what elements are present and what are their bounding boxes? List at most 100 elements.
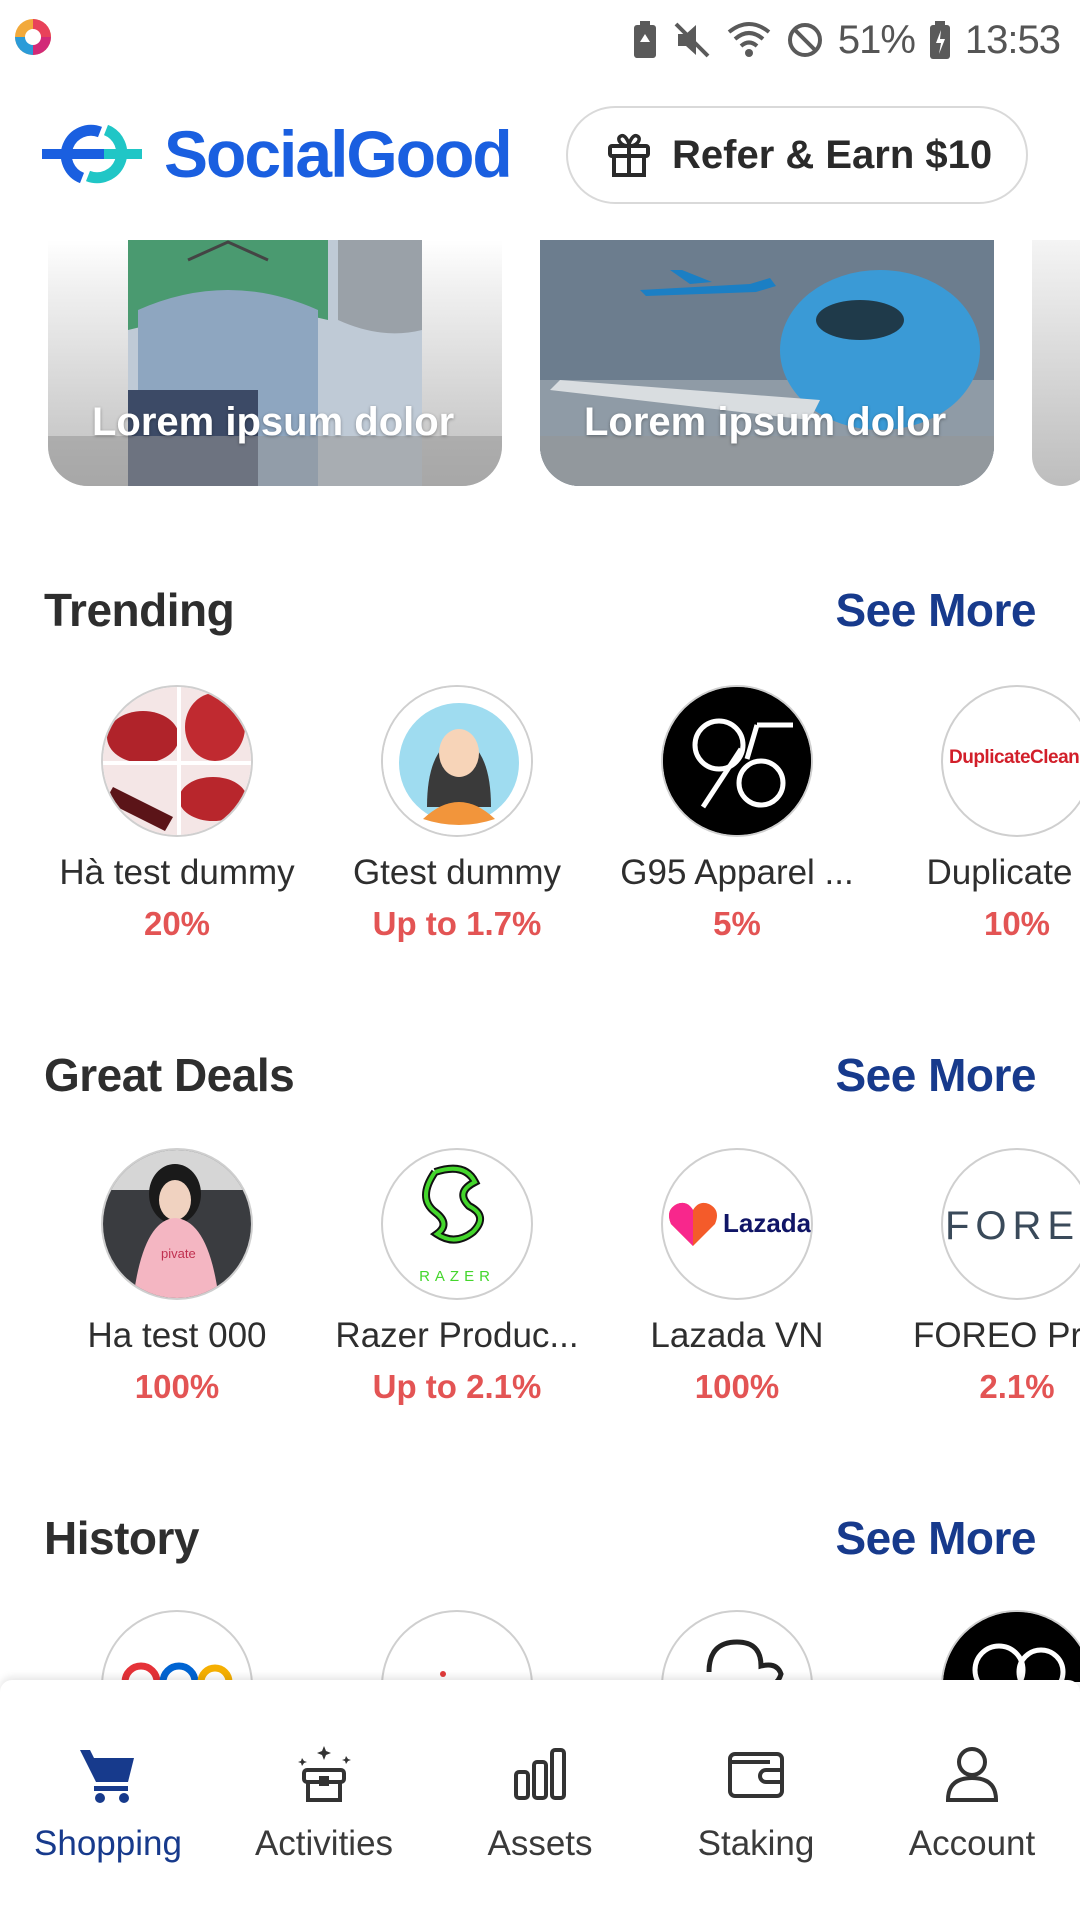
brand-logo: [661, 1610, 813, 1682]
brand-card[interactable]: [24, 1610, 304, 1682]
refer-earn-button[interactable]: Refer & Earn $10: [566, 106, 1028, 204]
cashback-rate: 2.1%: [979, 1368, 1055, 1405]
banner-carousel[interactable]: Lorem ipsum dolor Lorem ipsum dolor: [0, 240, 1080, 488]
trending-row: Hà test dummy 20% Gtest dummy Up to 1.7%: [0, 685, 1080, 945]
battery-saver-icon: [633, 21, 656, 58]
brand-logo-mark: [440, 1671, 446, 1677]
nav-activities[interactable]: Activities: [216, 1680, 432, 1920]
wallet-icon: [728, 1752, 784, 1798]
duck-logo-icon: [706, 1639, 784, 1682]
history-header: History See More: [0, 1503, 1080, 1573]
brand-card[interactable]: Lazada Lazada VN 100%: [584, 1148, 864, 1408]
brand-name: Gtest dummy: [352, 853, 562, 892]
brand-card[interactable]: RAZER Razer Produc... Up to 2.1%: [304, 1148, 584, 1408]
brand-logo: [101, 685, 253, 837]
great-deals-row: pivate Ha test 000 100% RAZER Razer Prod…: [0, 1148, 1080, 1408]
section-title: Great Deals: [44, 1049, 295, 1101]
brand-logo: [101, 1610, 253, 1682]
brand-logo: [661, 685, 813, 837]
trending-header: Trending See More: [0, 575, 1080, 645]
cashback-rate: 100%: [134, 1368, 220, 1405]
battery-icon: [929, 21, 950, 59]
nav-account[interactable]: Account: [864, 1680, 1080, 1920]
brand-logo: Lazada: [661, 1148, 813, 1300]
bar-chart-icon: [514, 1748, 566, 1800]
nav-assets[interactable]: Assets: [432, 1680, 648, 1920]
bottom-navigation: Shopping Activities Assets Staking Accou…: [0, 1680, 1080, 1920]
brand-card[interactable]: Gtest dummy Up to 1.7%: [304, 685, 584, 945]
banner-card[interactable]: Lorem ipsum dolor: [540, 240, 994, 486]
brand-name: Razer Produc...: [335, 1316, 579, 1355]
brand-card[interactable]: [864, 1610, 1080, 1682]
banner-title: Lorem ipsum dolor: [584, 400, 947, 444]
see-more-link[interactable]: See More: [835, 583, 1036, 637]
nav-label: Assets: [487, 1824, 593, 1863]
brand-logo: pivate: [101, 1148, 253, 1300]
brand-name: G95 Apparel ...: [620, 853, 854, 892]
person-icon: [945, 1747, 999, 1802]
brand-logo: [941, 1610, 1080, 1682]
brand-name: FOREO Prod: [912, 1316, 1080, 1355]
brand-logo: FOREO: [941, 1148, 1080, 1300]
refer-earn-label: Refer & Earn $10: [672, 132, 993, 177]
gift-icon: [608, 133, 650, 177]
g95-logo-icon: [663, 687, 811, 835]
brand-name: Lazada VN: [650, 1316, 824, 1355]
see-more-link[interactable]: See More: [835, 1048, 1036, 1102]
brand-logo-text: pivate: [161, 1246, 196, 1261]
wifi-icon: [727, 22, 771, 57]
section-title: Trending: [44, 584, 235, 636]
gift-box-icon: [298, 1746, 351, 1802]
lazada-heart-icon: [669, 1202, 717, 1246]
avatar-placeholder-icon: [383, 687, 531, 835]
see-more-link[interactable]: See More: [835, 1511, 1036, 1565]
brand-logo-text: DuplicateCleaner: [949, 747, 1080, 768]
do-not-disturb-icon: [787, 23, 822, 57]
brand-card[interactable]: G95 Apparel ... 5%: [584, 685, 864, 945]
cashback-rate: 100%: [694, 1368, 780, 1405]
brand-card[interactable]: Hà test dummy 20%: [24, 685, 304, 945]
cashback-rate: Up to 2.1%: [372, 1368, 542, 1405]
history-row: [0, 1610, 1080, 1682]
nav-label: Activities: [254, 1824, 394, 1863]
status-bar: 51% 13:53: [0, 0, 1080, 80]
brand-card[interactable]: [584, 1610, 864, 1682]
brand-logo-text: RAZER: [419, 1268, 495, 1285]
g95-logo-icon: [943, 1612, 1080, 1682]
brand-logo-text: FOREO: [945, 1204, 1080, 1248]
nav-label: Shopping: [34, 1824, 182, 1863]
brand-logo: [381, 1610, 533, 1682]
brand-card[interactable]: DuplicateCleaner Duplicate C 10%: [864, 685, 1080, 945]
section-title: History: [44, 1512, 199, 1564]
socialgood-logo-icon: [42, 124, 142, 184]
mute-icon: [674, 22, 710, 58]
brand-card[interactable]: pivate Ha test 000 100%: [24, 1148, 304, 1408]
cashback-rate: Up to 1.7%: [372, 905, 542, 942]
nav-label: Staking: [697, 1824, 815, 1863]
brand-name: Duplicate C: [926, 853, 1080, 892]
brand-card[interactable]: [304, 1610, 584, 1682]
nav-label: Account: [908, 1824, 1036, 1863]
nav-shopping[interactable]: Shopping: [0, 1680, 216, 1920]
brand-card[interactable]: FOREO FOREO Prod 2.1%: [864, 1148, 1080, 1408]
banner-title: Lorem ipsum dolor: [92, 400, 455, 444]
cashback-rate: 5%: [713, 905, 761, 942]
app-header: SocialGood Refer & Earn $10: [0, 96, 1080, 216]
lipstick-image: [103, 687, 251, 835]
brand-logo-text: Lazada: [723, 1208, 812, 1238]
cashback-rate: 20%: [143, 905, 211, 942]
banner-card[interactable]: Lorem ipsum dolor: [48, 240, 502, 486]
cart-icon: [80, 1750, 134, 1803]
person-photo: [103, 1150, 251, 1298]
brand-logo: [381, 685, 533, 837]
banner-card[interactable]: [1032, 240, 1080, 486]
battery-percent: 51%: [837, 17, 916, 62]
brand-logo: DuplicateCleaner: [941, 685, 1080, 837]
brand-name: SocialGood: [164, 117, 513, 191]
brand-name: Hà test dummy: [59, 853, 295, 892]
great-deals-header: Great Deals See More: [0, 1040, 1080, 1110]
brand-logo: RAZER: [381, 1148, 533, 1300]
nav-staking[interactable]: Staking: [648, 1680, 864, 1920]
cashback-rate: 10%: [983, 905, 1051, 942]
app-notification-icon: [15, 19, 51, 55]
